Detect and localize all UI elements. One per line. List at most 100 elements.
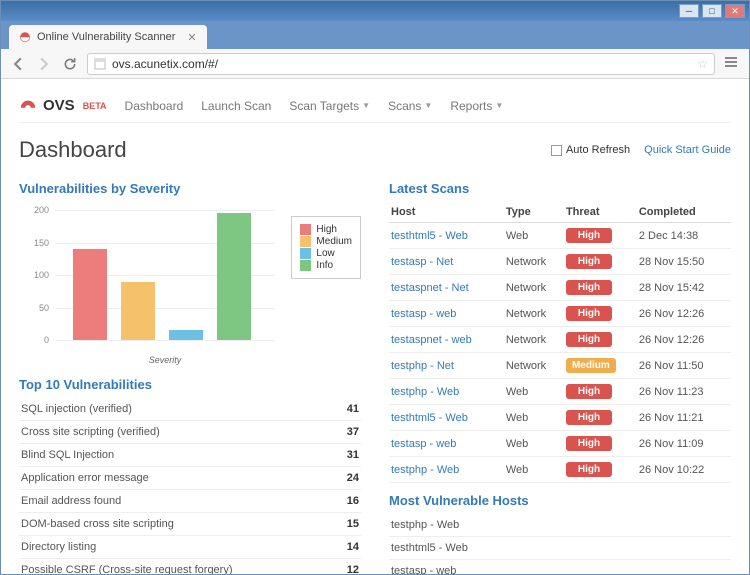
- scan-host-link[interactable]: testphp - Web: [389, 457, 504, 483]
- nav-forward-button[interactable]: [35, 55, 53, 73]
- legend-item: Medium: [300, 236, 352, 247]
- most-vuln-hosts-list: testphp - Webtesthtml5 - Webtestasp - we…: [389, 514, 731, 574]
- host-row[interactable]: testasp - web: [389, 560, 731, 575]
- legend-swatch-icon: [300, 236, 311, 247]
- scan-completed: 26 Nov 12:26: [637, 301, 731, 327]
- nav-reports[interactable]: Reports▼: [450, 99, 503, 113]
- scan-type: Network: [504, 301, 564, 327]
- bar-low: [169, 330, 203, 340]
- scan-completed: 26 Nov 10:22: [637, 457, 731, 483]
- scan-host-link[interactable]: testphp - Web: [389, 379, 504, 405]
- scan-host-link[interactable]: testasp - web: [389, 431, 504, 457]
- nav-reload-button[interactable]: [61, 55, 79, 73]
- scan-row[interactable]: testasp - NetNetworkHigh28 Nov 15:50: [389, 249, 731, 275]
- scan-row[interactable]: testasp - webWebHigh26 Nov 11:09: [389, 431, 731, 457]
- top10-row[interactable]: Email address found16: [19, 490, 361, 513]
- vuln-name: Cross site scripting (verified): [19, 421, 337, 444]
- ytick: 50: [19, 303, 49, 313]
- scan-type: Network: [504, 275, 564, 301]
- latest-scans-table: HostTypeThreatCompletedtesthtml5 - WebWe…: [389, 202, 731, 483]
- vuln-name: Blind SQL Injection: [19, 444, 337, 467]
- vuln-name: SQL injection (verified): [19, 398, 337, 421]
- scan-host-link[interactable]: testhtml5 - Web: [389, 223, 504, 249]
- top10-row[interactable]: SQL injection (verified)41: [19, 398, 361, 421]
- scan-type: Web: [504, 379, 564, 405]
- nav-scan-targets[interactable]: Scan Targets▼: [289, 99, 370, 113]
- threat-badge: Medium: [566, 358, 616, 373]
- scan-completed: 28 Nov 15:50: [637, 249, 731, 275]
- address-url: ovs.acunetix.com/#/: [112, 57, 218, 71]
- scan-row[interactable]: testphp - WebWebHigh26 Nov 11:23: [389, 379, 731, 405]
- scan-row[interactable]: testhtml5 - WebWebHigh2 Dec 14:38: [389, 223, 731, 249]
- top10-row[interactable]: Cross site scripting (verified)37: [19, 421, 361, 444]
- legend-swatch-icon: [300, 248, 311, 259]
- section-vuln-by-severity: Vulnerabilities by Severity: [19, 181, 361, 196]
- tab-favicon-icon: [19, 31, 31, 43]
- top10-row[interactable]: DOM-based cross site scripting15: [19, 513, 361, 536]
- tab-close-icon[interactable]: ✕: [187, 31, 196, 44]
- window-close-button[interactable]: ✕: [725, 4, 745, 18]
- top10-row[interactable]: Blind SQL Injection31: [19, 444, 361, 467]
- host-row[interactable]: testphp - Web: [389, 514, 731, 537]
- scan-completed: 26 Nov 11:09: [637, 431, 731, 457]
- window-titlebar: ─ □ ✕: [1, 1, 749, 21]
- vuln-count: 16: [337, 490, 361, 513]
- col-host: Host: [389, 202, 504, 223]
- vuln-count: 24: [337, 467, 361, 490]
- host-name: testphp - Web: [389, 514, 731, 537]
- scan-row[interactable]: testphp - NetNetworkMedium26 Nov 11:50: [389, 353, 731, 379]
- brand-icon: [19, 97, 37, 115]
- threat-badge: High: [566, 384, 612, 399]
- scan-type: Web: [504, 457, 564, 483]
- scan-row[interactable]: testasp - webNetworkHigh26 Nov 12:26: [389, 301, 731, 327]
- host-row[interactable]: testhtml5 - Web: [389, 537, 731, 560]
- scan-completed: 2 Dec 14:38: [637, 223, 731, 249]
- nav-dashboard[interactable]: Dashboard: [125, 99, 184, 113]
- scan-host-link[interactable]: testaspnet - Net: [389, 275, 504, 301]
- scan-host-link[interactable]: testasp - Net: [389, 249, 504, 275]
- top10-row[interactable]: Application error message24: [19, 467, 361, 490]
- window-maximize-button[interactable]: □: [702, 4, 722, 18]
- quick-start-link[interactable]: Quick Start Guide: [644, 144, 731, 156]
- vuln-count: 37: [337, 421, 361, 444]
- window-minimize-button[interactable]: ─: [679, 4, 699, 18]
- browser-tab[interactable]: Online Vulnerability Scanner ✕: [9, 25, 207, 49]
- vuln-count: 15: [337, 513, 361, 536]
- vuln-name: DOM-based cross site scripting: [19, 513, 337, 536]
- scan-host-link[interactable]: testasp - web: [389, 301, 504, 327]
- vuln-name: Application error message: [19, 467, 337, 490]
- scan-row[interactable]: testaspnet - NetNetworkHigh28 Nov 15:42: [389, 275, 731, 301]
- caret-down-icon: ▼: [424, 101, 432, 110]
- scan-host-link[interactable]: testaspnet - web: [389, 327, 504, 353]
- nav-back-button[interactable]: [9, 55, 27, 73]
- scan-row[interactable]: testhtml5 - WebWebHigh26 Nov 11:21: [389, 405, 731, 431]
- nav-launch-scan[interactable]: Launch Scan: [201, 99, 271, 113]
- legend-item: Info: [300, 260, 352, 271]
- top10-row[interactable]: Possible CSRF (Cross-site request forger…: [19, 559, 361, 575]
- vuln-count: 12: [337, 559, 361, 575]
- scan-host-link[interactable]: testhtml5 - Web: [389, 405, 504, 431]
- chrome-menu-button[interactable]: [723, 54, 741, 73]
- scan-row[interactable]: testphp - WebWebHigh26 Nov 10:22: [389, 457, 731, 483]
- top10-row[interactable]: Directory listing14: [19, 536, 361, 559]
- bookmark-star-icon[interactable]: ☆: [697, 57, 708, 71]
- chart-legend: HighMediumLowInfo: [291, 216, 361, 279]
- threat-badge: High: [566, 410, 612, 425]
- nav-scans[interactable]: Scans▼: [388, 99, 432, 113]
- col-threat: Threat: [564, 202, 637, 223]
- bar-info: [217, 213, 251, 340]
- legend-item: High: [300, 224, 352, 235]
- legend-swatch-icon: [300, 260, 311, 271]
- scan-completed: 26 Nov 11:50: [637, 353, 731, 379]
- scan-row[interactable]: testaspnet - webNetworkHigh26 Nov 12:26: [389, 327, 731, 353]
- browser-tab-strip: Online Vulnerability Scanner ✕: [1, 21, 749, 49]
- brand-logo[interactable]: OVSBETA: [19, 97, 107, 115]
- address-input[interactable]: ovs.acunetix.com/#/ ☆: [87, 53, 715, 75]
- ytick: 100: [19, 270, 49, 280]
- scan-host-link[interactable]: testphp - Net: [389, 353, 504, 379]
- browser-address-bar: ovs.acunetix.com/#/ ☆: [1, 49, 749, 79]
- vuln-count: 31: [337, 444, 361, 467]
- threat-badge: High: [566, 228, 612, 243]
- auto-refresh-toggle[interactable]: Auto Refresh: [551, 144, 630, 156]
- ytick: 150: [19, 238, 49, 248]
